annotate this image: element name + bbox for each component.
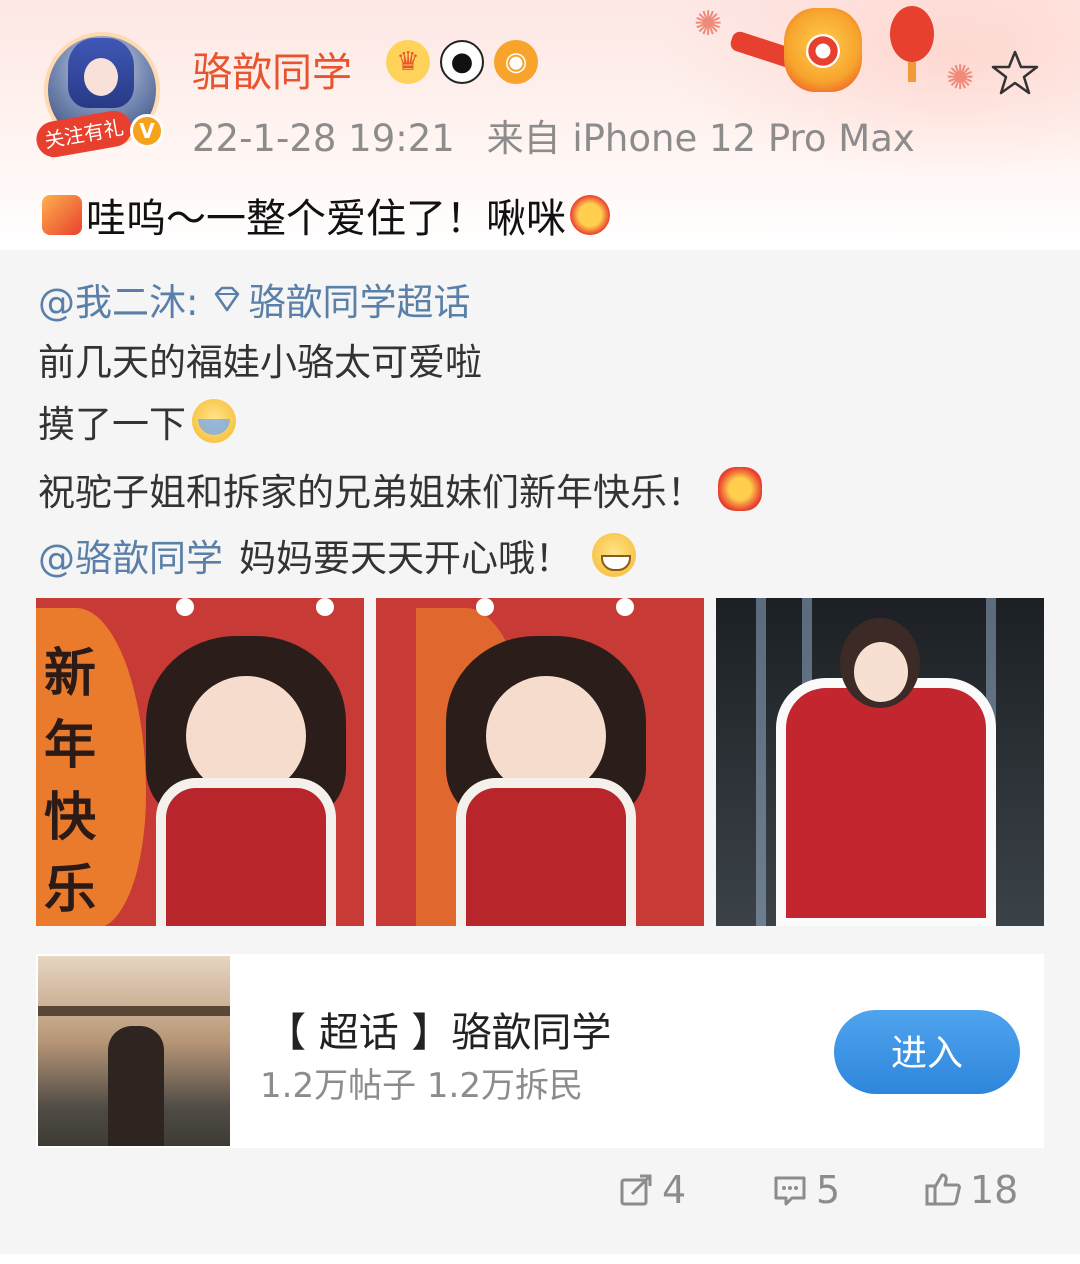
topic-link[interactable]: 骆歆同学超话: [248, 272, 470, 326]
doll-body: [456, 778, 636, 926]
repost-author-line: @我二沐: 骆歆同学超话: [38, 272, 470, 326]
tiger-fu-icon: [570, 195, 610, 235]
post-header: ✺ ✺ 关注有礼 V 骆歆同学 ♛ ● ◉ 22-1-28 19:21 来自 i…: [0, 0, 1080, 250]
like-action[interactable]: 18: [924, 1168, 1018, 1212]
light-strip: [756, 598, 766, 926]
topic-title: 【 超话 】骆歆同学: [266, 1010, 612, 1056]
doll-body: [156, 778, 336, 926]
panda-icon: ●: [440, 40, 484, 84]
repost-mention-line: @骆歆同学 妈妈要天天开心哦！: [38, 528, 636, 582]
post-text-content: 哇呜～一整个爱住了！啾咪: [86, 196, 566, 242]
post-text: 哇呜～一整个爱住了！啾咪: [38, 186, 614, 244]
diamond-icon: [215, 286, 240, 312]
mention-link[interactable]: @骆歆同学: [38, 528, 223, 582]
firework-icon: ✺: [946, 58, 975, 98]
like-count: 18: [970, 1168, 1019, 1212]
heart-hand-icon: [42, 195, 82, 235]
repost-line-3: 祝驼子姐和拆家的兄弟姐妹们新年快乐！: [38, 462, 762, 516]
photo-2[interactable]: [376, 598, 704, 926]
star-icon[interactable]: [990, 48, 1040, 98]
tiger-fu-icon: [718, 467, 762, 511]
repost-section[interactable]: @我二沐: 骆歆同学超话 前几天的福娃小骆太可爱啦 摸了一下 祝驼子姐和拆家的兄…: [0, 250, 1080, 1254]
like-icon: [925, 1173, 961, 1206]
repost-count: 4: [662, 1168, 687, 1212]
repost-line-text: 摸了一下: [38, 403, 186, 446]
firework-icon: ✺: [694, 4, 723, 44]
repost-action[interactable]: 4: [618, 1168, 686, 1212]
person-face: [854, 642, 908, 702]
tiger-sticker-icon: [784, 8, 862, 92]
comment-icon: [774, 1176, 806, 1206]
hair-bun: [316, 598, 334, 616]
post-meta: 22-1-28 19:21 来自 iPhone 12 Pro Max: [192, 108, 915, 162]
station-roof: [38, 1006, 230, 1016]
topic-stats: 1.2万帖子 1.2万拆民: [260, 1066, 583, 1106]
comment-action[interactable]: 5: [772, 1168, 840, 1212]
hair-bun: [476, 598, 494, 616]
repost-line-1: 前几天的福娃小骆太可爱啦: [38, 332, 482, 386]
hair-bun: [176, 598, 194, 616]
verified-icon: V: [130, 114, 164, 148]
topic-cover-image: [38, 956, 230, 1146]
crying-face-icon: [192, 399, 236, 443]
repost-line-2: 摸了一下: [38, 394, 236, 448]
timestamp: 22-1-28 19:21: [192, 117, 455, 160]
comment-count: 5: [816, 1168, 841, 1212]
repost-line-text: 祝驼子姐和拆家的兄弟姐妹们新年快乐！: [38, 471, 704, 514]
repost-icon: [620, 1174, 652, 1206]
hair-bun: [616, 598, 634, 616]
grinning-face-icon: [592, 533, 636, 577]
person-figure: [776, 678, 996, 926]
mention-text: 妈妈要天天开心哦！: [239, 537, 572, 580]
username[interactable]: 骆歆同学: [192, 40, 352, 98]
avatar-face: [84, 58, 118, 96]
enter-button[interactable]: 进入: [834, 1010, 1020, 1094]
repost-author[interactable]: @我二沐:: [38, 272, 198, 326]
photo-1-caption: 新年快乐: [44, 643, 97, 920]
avatar[interactable]: 关注有礼 V: [33, 28, 164, 161]
photo-3[interactable]: [716, 598, 1044, 926]
super-topic-card[interactable]: 【 超话 】骆歆同学 1.2万帖子 1.2万拆民 进入: [36, 954, 1044, 1148]
crown-icon: ♛: [386, 40, 430, 84]
photo-1[interactable]: 新年快乐: [36, 598, 364, 926]
user-badges: ♛ ● ◉: [386, 40, 538, 84]
lantern-icon: [890, 6, 934, 82]
tiger-icon: ◉: [494, 40, 538, 84]
follow-gift-badge[interactable]: 关注有礼: [33, 107, 135, 161]
post-source: 来自 iPhone 12 Pro Max: [486, 117, 915, 160]
repost-line-text: 前几天的福娃小骆太可爱啦: [38, 341, 482, 384]
topic-cover-person: [108, 1026, 164, 1146]
